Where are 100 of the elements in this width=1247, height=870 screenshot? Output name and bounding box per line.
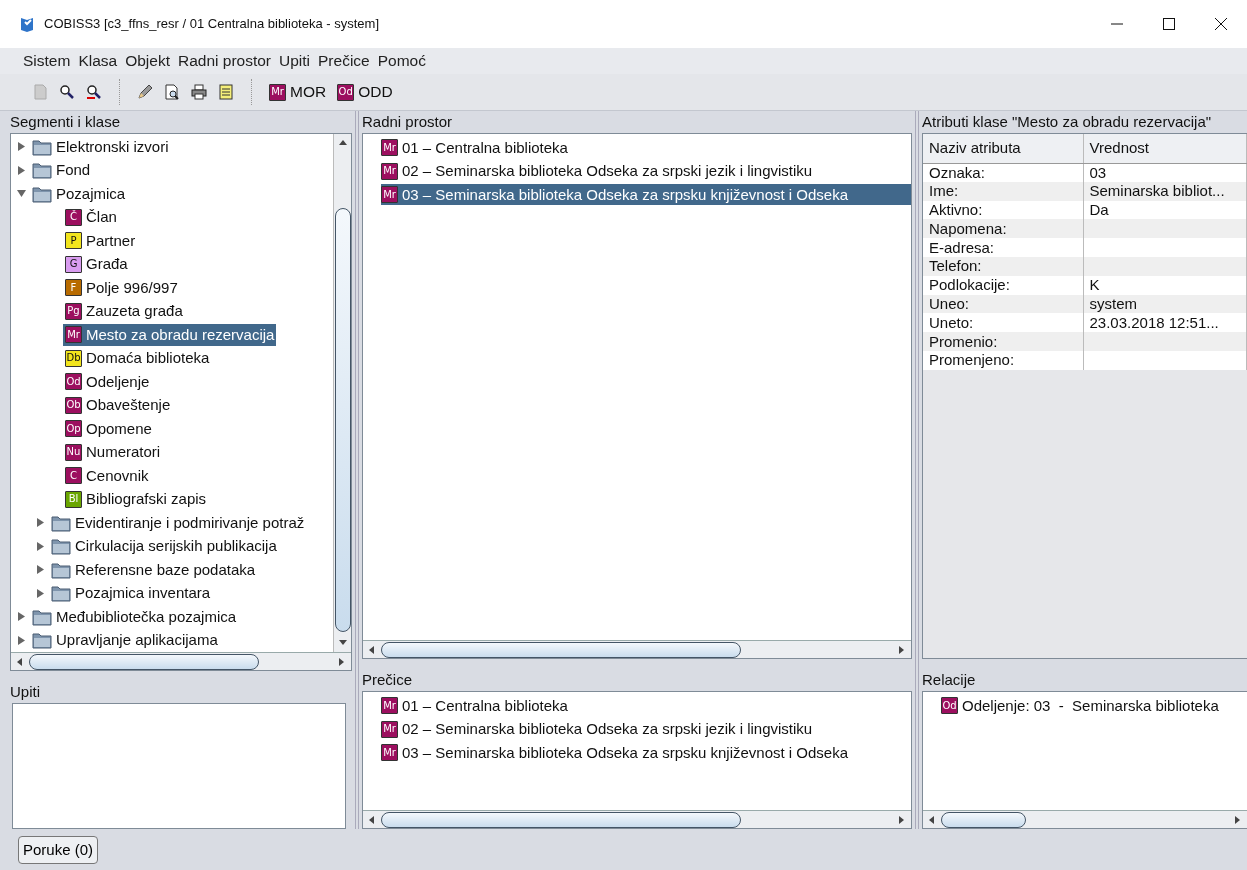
scrollbar-thumb[interactable] (381, 641, 741, 658)
tree-label: Fond (56, 160, 91, 180)
tree-label: Polje 996/997 (86, 277, 178, 298)
panel-title: Radni prostor (362, 112, 454, 132)
tree-label: Domaća biblioteka (86, 348, 210, 368)
tree-expander-icon[interactable] (17, 142, 26, 152)
column-header[interactable]: Naziv atributa (923, 134, 1083, 163)
selected-tree-row[interactable]: Mr Mesto za obradu rezervacija (63, 323, 277, 346)
class-icon: Od (65, 373, 82, 391)
printer-button[interactable] (189, 84, 209, 100)
list-item-text: 01 – Centralna biblioteka (402, 137, 568, 158)
tree-expander-icon[interactable] (36, 565, 45, 575)
scroll-arrow-icon[interactable] (15, 656, 25, 667)
folder-icon (32, 184, 52, 203)
tree-label: Referensne baze podataka (75, 559, 256, 580)
menu-item[interactable]: Prečice (317, 49, 371, 73)
menu-item[interactable]: Upiti (278, 49, 312, 73)
scrollbar-thumb[interactable] (941, 811, 1026, 828)
class-icon: Pg (65, 302, 82, 320)
document-search-icon (164, 84, 180, 100)
panel-title: Prečice (362, 670, 414, 690)
menu-item[interactable]: Objekt (124, 49, 171, 73)
tree-expander-icon[interactable] (36, 541, 45, 551)
toolbar-button[interactable]: Od ODD (335, 80, 395, 104)
tree-label: Elektronski izvori (56, 136, 169, 157)
tree-label: Cirkulacija serijskih publikacija (75, 536, 277, 556)
table-cell: Napomena: (923, 219, 1083, 239)
panel-title: Atributi klase "Mesto za obradu rezervacija" (922, 112, 1213, 132)
tree-label: Pozajmica (56, 183, 126, 204)
class-icon: Ob (65, 396, 82, 414)
horizontal-scrollbar[interactable] (363, 640, 911, 658)
tree-expander-icon[interactable] (36, 518, 45, 528)
class-icon: Mr (65, 326, 82, 344)
search-icon (86, 84, 102, 100)
table-cell: Promenio: (923, 332, 1083, 351)
messages-button[interactable]: Poruke (0) (18, 835, 99, 865)
class-icon: Mr (381, 186, 398, 204)
class-icon: Od (941, 697, 958, 715)
scroll-arrow-icon[interactable] (367, 644, 377, 655)
tree-label: Zauzeta građa (86, 301, 183, 321)
toolbar-button[interactable]: Mr MOR (267, 80, 329, 104)
scroll-arrow-icon[interactable] (337, 138, 348, 148)
class-icon: Č (65, 208, 82, 226)
maximize-icon (1161, 16, 1177, 32)
selected-list-row[interactable]: Mr 03 – Seminarska biblioteka Odseka za srpsku književnost i Odseka (381, 184, 911, 206)
list-item-text: 02 – Seminarska biblioteka Odseka za srpski jezik i lingvistiku (402, 161, 813, 181)
pencil-button[interactable] (135, 84, 155, 100)
column-header[interactable]: Vrednost (1083, 134, 1247, 163)
tree-expander-icon[interactable] (36, 588, 45, 598)
menu-item[interactable]: Sistem (22, 49, 72, 73)
class-icon: Mr (381, 162, 398, 180)
horizontal-scrollbar[interactable] (11, 652, 351, 670)
tree-expander-icon[interactable] (17, 612, 26, 622)
menu-item[interactable]: Radni prostor (176, 49, 272, 73)
tree-label: Obaveštenje (86, 395, 171, 415)
folder-icon (32, 607, 52, 626)
scrollbar-thumb[interactable] (334, 208, 351, 632)
app-logo-icon (20, 16, 36, 32)
tree-label: Evidentiranje i podmirivanje potraž (75, 512, 305, 533)
notepad-icon (218, 84, 234, 100)
tree-expander-icon[interactable] (17, 165, 26, 175)
menu-item[interactable]: Pomoć (376, 49, 427, 73)
tree-label: Građa (86, 254, 128, 274)
tree-expander-icon[interactable] (17, 189, 26, 199)
class-icon: Nu (65, 443, 82, 461)
tree-label: Bibliografski zapis (86, 489, 207, 509)
folder-icon (32, 137, 52, 156)
class-icon: Mr (381, 139, 398, 157)
class-icon: Bl (65, 490, 82, 508)
panel-title: Upiti (10, 682, 41, 702)
scroll-arrow-icon[interactable] (367, 814, 377, 825)
folder-icon (51, 537, 71, 556)
scrollbar-thumb[interactable] (29, 653, 259, 670)
tree-label: Upravljanje aplikacijama (56, 630, 218, 650)
class-icon: C (65, 467, 82, 485)
list-item-text: 02 – Seminarska biblioteka Odseka za srpski jezik i lingvistiku (402, 719, 813, 739)
tree-label: Mesto za obradu rezervacija (86, 324, 275, 345)
tree-label: Partner (86, 230, 136, 251)
notepad-button[interactable] (216, 84, 236, 100)
folder-icon (51, 513, 71, 532)
printer-icon (191, 84, 207, 100)
scrollbar-thumb[interactable] (381, 811, 741, 828)
folder-icon (32, 631, 52, 650)
class-icon: G (65, 255, 82, 273)
tree-label: Odeljenje (86, 371, 150, 392)
folder-icon (51, 584, 71, 603)
scroll-arrow-icon[interactable] (927, 814, 937, 825)
menu-item[interactable]: Klasa (77, 49, 119, 73)
pencil-icon (137, 84, 153, 100)
tree-expander-icon[interactable] (17, 635, 26, 645)
folder-icon (32, 161, 52, 180)
horizontal-scrollbar[interactable] (923, 810, 1247, 828)
minimize-icon (1111, 23, 1123, 25)
list-item-text: Odeljenje: 03 - Seminarska biblioteka (962, 695, 1219, 716)
vertical-scrollbar[interactable] (333, 134, 351, 652)
horizontal-scrollbar[interactable] (363, 810, 911, 828)
class-icon: Mr (269, 83, 286, 101)
folder-icon (51, 560, 71, 579)
window-title: COBISS3 [c3_ffns_resr / 01 Centralna biblioteka - system] (44, 15, 380, 34)
class-icon: Mr (381, 697, 398, 715)
